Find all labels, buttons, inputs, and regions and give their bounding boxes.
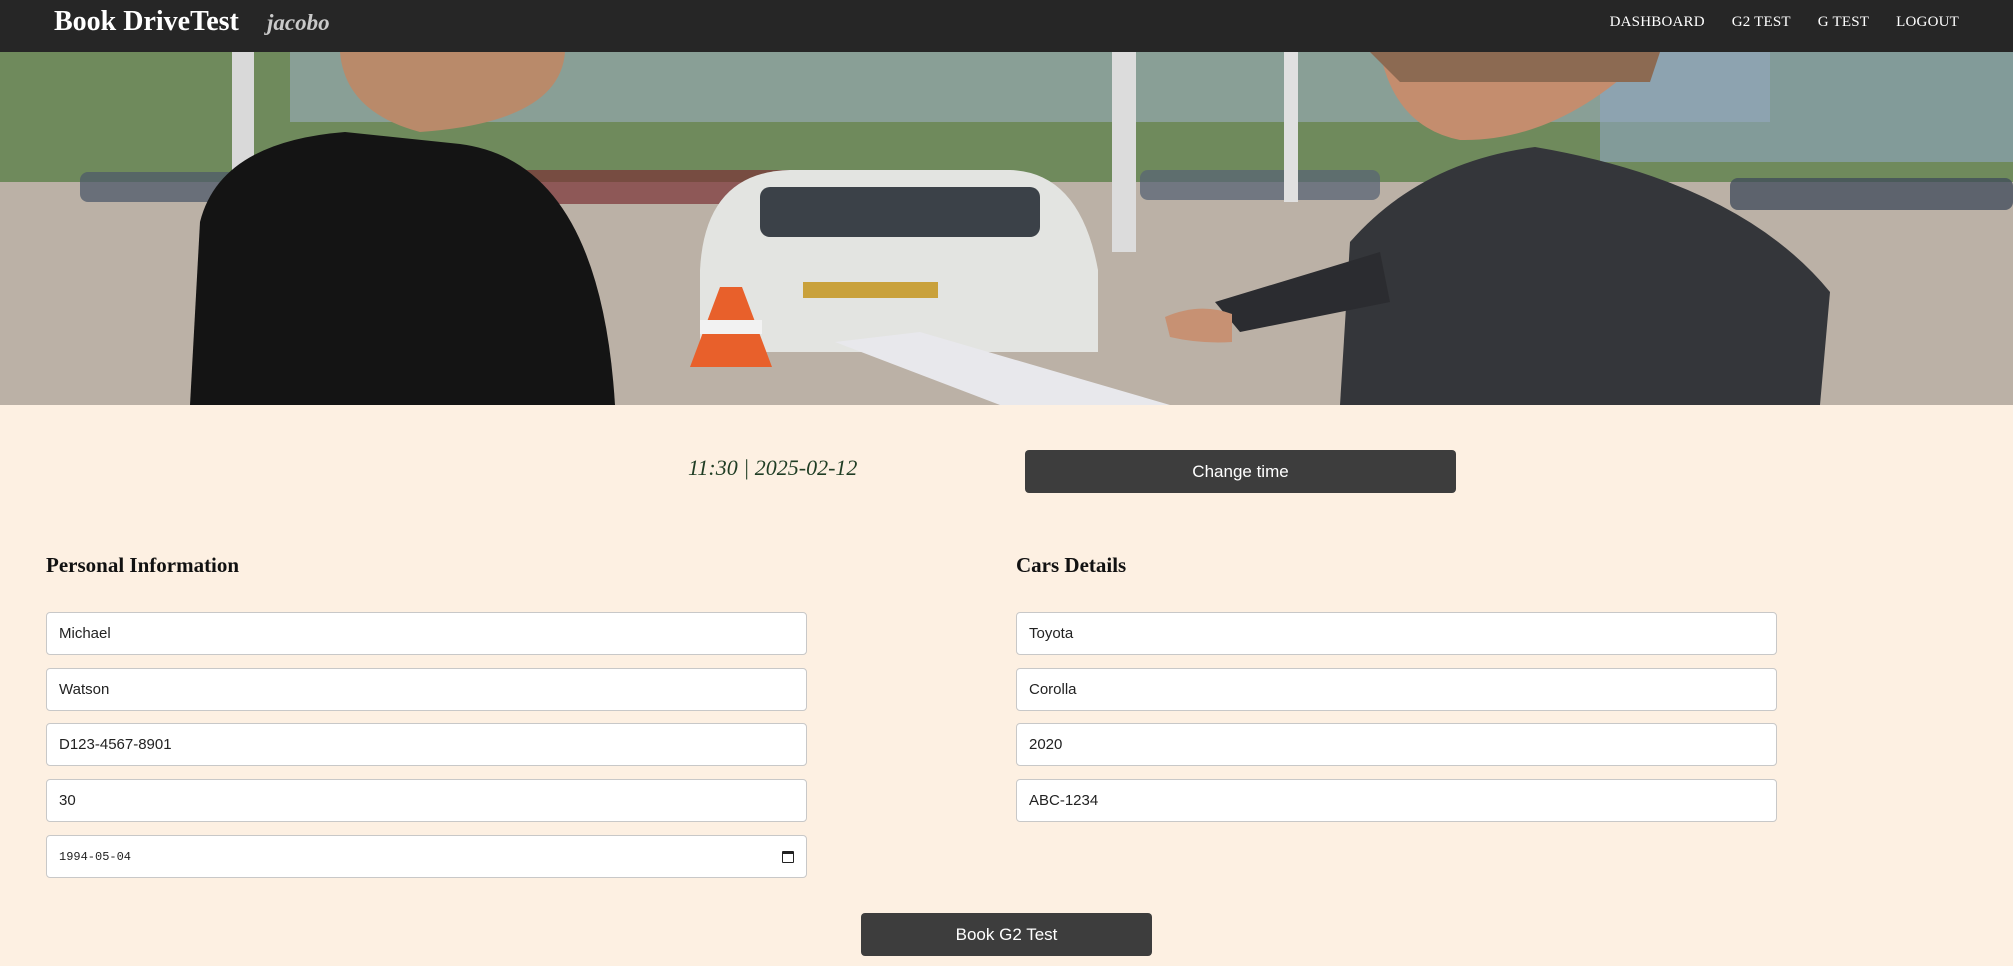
plate-number-field[interactable]: ABC-1234 (1016, 779, 1777, 822)
license-number-field[interactable]: D123-4567-8901 (46, 723, 807, 766)
username: jacobo (267, 10, 330, 35)
nav-dashboard[interactable]: DASHBOARD (1610, 14, 1705, 31)
hero-image (0, 52, 2013, 405)
car-model-field[interactable]: Corolla (1016, 668, 1777, 711)
calendar-icon[interactable] (782, 850, 794, 863)
nav-links: DASHBOARD G2 TEST G TEST LOGOUT (1610, 0, 1959, 44)
nav-g2-test[interactable]: G2 TEST (1732, 14, 1791, 31)
dob-field[interactable]: 1994-05-04 (46, 835, 807, 878)
age-field[interactable]: 30 (46, 779, 807, 822)
brand-title[interactable]: Book DriveTest (54, 6, 239, 38)
dob-value: 1994-05-04 (59, 849, 132, 864)
personal-info-title: Personal Information (46, 553, 240, 577)
nav-g-test[interactable]: G TEST (1818, 14, 1869, 31)
car-details-title: Cars Details (1016, 553, 1127, 577)
hero-photo (0, 52, 2013, 405)
car-make-field[interactable]: Toyota (1016, 612, 1777, 655)
book-g2-test-button[interactable]: Book G2 Test (861, 913, 1152, 956)
nav-logout[interactable]: LOGOUT (1896, 14, 1959, 31)
appointment-time: 11:30 | 2025-02-12 (688, 455, 858, 480)
navbar: Book DriveTest jacobo DASHBOARD G2 TEST … (0, 0, 2013, 52)
first-name-field[interactable]: Michael (46, 612, 807, 655)
car-year-field[interactable]: 2020 (1016, 723, 1777, 766)
change-time-button[interactable]: Change time (1025, 450, 1456, 493)
last-name-field[interactable]: Watson (46, 668, 807, 711)
